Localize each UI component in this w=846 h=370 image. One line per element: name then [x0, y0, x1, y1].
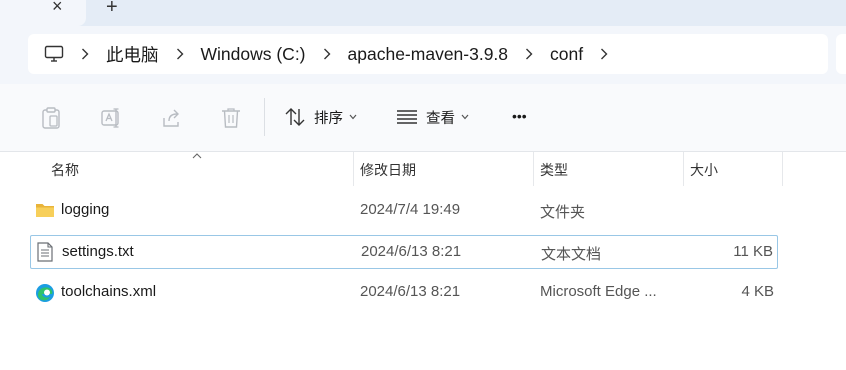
column-header-name[interactable]: 名称	[51, 160, 79, 180]
file-name: toolchains.xml	[61, 283, 157, 300]
chevron-right-icon[interactable]	[525, 48, 533, 60]
chevron-right-icon[interactable]	[600, 48, 608, 60]
chevron-right-icon[interactable]	[176, 48, 184, 60]
file-type: 文本文档	[541, 246, 602, 263]
paste-button[interactable]	[40, 106, 62, 130]
computer-icon[interactable]	[44, 45, 64, 63]
chevron-down-icon	[349, 114, 357, 120]
text-file-icon	[36, 242, 54, 266]
file-name: logging	[61, 201, 110, 218]
file-row[interactable]: toolchains.xml 2024/6/13 8:21 Microsoft …	[30, 276, 778, 310]
file-date: 2024/7/4 19:49	[360, 201, 461, 218]
file-row[interactable]: settings.txt 2024/6/13 8:21 文本文档 11 KB	[30, 235, 778, 269]
column-headers: 名称 修改日期 类型 大小	[0, 152, 846, 186]
trash-icon	[222, 108, 240, 128]
column-header-date[interactable]: 修改日期	[360, 160, 416, 180]
file-explorer-window: × + 此电脑 Windows (C:) apache-maven-3.9.8 …	[0, 0, 846, 370]
address-row: 此电脑 Windows (C:) apache-maven-3.9.8 conf	[0, 26, 846, 84]
folder-icon	[35, 201, 55, 223]
breadcrumb-maven-folder[interactable]: apache-maven-3.9.8	[348, 44, 509, 65]
share-icon	[163, 109, 179, 127]
delete-button[interactable]	[220, 106, 242, 130]
sort-icon	[285, 108, 305, 126]
file-type: 文件夹	[540, 204, 586, 221]
edge-icon	[35, 283, 55, 307]
breadcrumb-this-pc[interactable]: 此电脑	[106, 42, 159, 67]
file-type: Microsoft Edge ...	[540, 283, 657, 300]
close-tab-icon[interactable]: ×	[52, 0, 63, 17]
chevron-down-icon	[461, 114, 469, 120]
view-lines-icon	[397, 110, 417, 124]
file-size: 4 KB	[741, 283, 774, 300]
column-header-type[interactable]: 类型	[540, 160, 568, 180]
file-date: 2024/6/13 8:21	[360, 283, 461, 300]
more-options-button[interactable]: •••	[512, 108, 527, 124]
column-divider[interactable]	[782, 152, 783, 186]
sort-ascending-icon	[192, 148, 202, 162]
file-row[interactable]: logging 2024/7/4 19:49 文件夹	[30, 194, 778, 228]
new-tab-icon[interactable]: +	[106, 0, 118, 19]
file-size: 11 KB	[733, 243, 773, 260]
column-divider[interactable]	[683, 152, 684, 186]
view-button[interactable]: 查看	[396, 106, 469, 128]
sort-button[interactable]: 排序	[284, 106, 357, 128]
breadcrumb-conf[interactable]: conf	[550, 44, 583, 65]
breadcrumb-drive[interactable]: Windows (C:)	[201, 44, 306, 65]
sort-label: 排序	[314, 110, 343, 127]
column-header-size[interactable]: 大小	[690, 160, 718, 180]
chevron-right-icon[interactable]	[81, 48, 89, 60]
search-box[interactable]	[836, 34, 846, 74]
tab-strip: × +	[0, 0, 846, 26]
chevron-right-icon[interactable]	[323, 48, 331, 60]
share-button[interactable]	[160, 106, 184, 130]
rename-icon	[101, 108, 119, 128]
active-tab[interactable]: ×	[0, 0, 86, 26]
address-bar[interactable]: 此电脑 Windows (C:) apache-maven-3.9.8 conf	[28, 34, 828, 74]
view-label: 查看	[426, 110, 455, 127]
column-divider[interactable]	[353, 152, 354, 186]
command-bar: 排序 查看 •••	[0, 84, 846, 152]
rename-button[interactable]	[100, 106, 124, 130]
file-name: settings.txt	[62, 243, 134, 260]
toolbar-divider	[264, 98, 265, 136]
column-divider[interactable]	[533, 152, 534, 186]
file-date: 2024/6/13 8:21	[361, 243, 462, 260]
clipboard-icon	[42, 107, 60, 129]
